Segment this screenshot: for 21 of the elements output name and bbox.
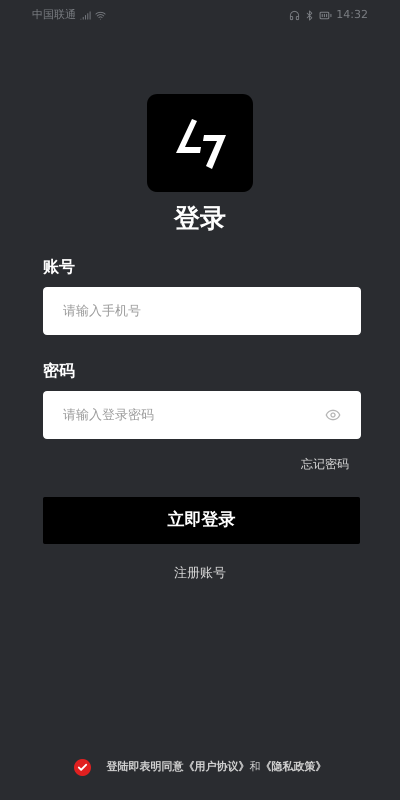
carrier-text: 中国联通 <box>32 6 76 23</box>
register-link[interactable]: 注册账号 <box>174 564 226 584</box>
field-label: 密码 <box>43 360 76 382</box>
clock-text: 14:32 <box>336 6 368 23</box>
wifi-icon <box>95 10 106 20</box>
bluetooth-icon <box>304 10 316 20</box>
check-icon <box>76 762 88 773</box>
agreement-text: 登陆即表明同意 <box>106 759 184 776</box>
headphones-icon <box>289 10 300 20</box>
privacy-policy-link[interactable]: 《隐私政策》 <box>260 759 326 776</box>
user-agreement-link[interactable]: 《用户协议》 <box>184 759 250 776</box>
input-field[interactable]: 请输入登录密码 <box>43 391 361 439</box>
forgot-password-link[interactable]: 忘记密码 <box>301 455 349 473</box>
battery-icon <box>319 8 332 22</box>
login-button[interactable]: 立即登录 <box>43 497 360 544</box>
page-title: 登录 <box>174 203 226 236</box>
agree-checkbox[interactable] <box>74 759 90 776</box>
conjunction-text: 和 <box>250 759 260 776</box>
field-label: 账号 <box>43 256 76 278</box>
input-field[interactable]: 请输入手机号 <box>43 287 361 335</box>
signal-icon <box>80 10 91 20</box>
